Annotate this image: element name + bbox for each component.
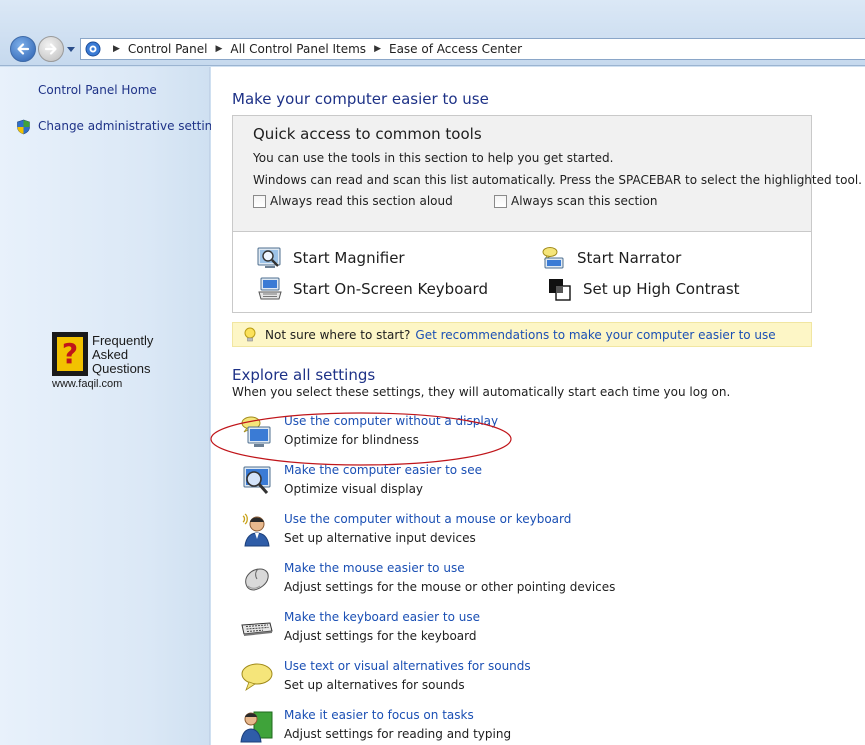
main-content: Make your computer easier to use Quick a… — [210, 67, 865, 745]
breadcrumb-separator[interactable]: ▶ — [374, 44, 381, 54]
monitor-magnifier-icon — [243, 466, 271, 494]
lightbulb-icon — [244, 327, 256, 341]
address-bar[interactable]: ▶ Control Panel ▶ All Control Panel Item… — [80, 38, 865, 60]
setting-link[interactable]: Make the mouse easier to use — [284, 561, 465, 575]
left-navigation-pane: Control Panel Home Change administrative… — [0, 67, 226, 745]
mouse-icon — [245, 568, 269, 591]
high-contrast-icon — [549, 279, 571, 301]
faq-logo-text: Frequently Asked Questions — [92, 333, 154, 376]
setting-link[interactable]: Make it easier to focus on tasks — [284, 708, 474, 722]
setting-link[interactable]: Use text or visual alternatives for soun… — [284, 659, 531, 673]
setting-link[interactable]: Make the keyboard easier to use — [284, 610, 480, 624]
setting-item-mouse[interactable]: Make the mouse easier to use Adjust sett… — [240, 561, 660, 601]
quick-access-description: You can use the tools in this section to… — [253, 151, 614, 165]
navigation-bar: ▶ Control Panel ▶ All Control Panel Item… — [0, 0, 865, 66]
checkbox-box[interactable] — [253, 194, 266, 208]
breadcrumb-separator[interactable]: ▶ — [113, 44, 120, 54]
breadcrumb-separator[interactable]: ▶ — [216, 44, 223, 54]
set-up-high-contrast-button[interactable]: Set up High Contrast — [547, 277, 740, 301]
quick-access-header: Quick access to common tools You can use… — [233, 116, 862, 232]
speech-bubble-icon — [241, 663, 273, 692]
faq-logo: ? Frequently Asked Questions www.faqil.c… — [52, 332, 162, 394]
setting-description: Adjust settings for the mouse or other p… — [284, 580, 616, 594]
tool-label[interactable]: Start On-Screen Keyboard — [293, 280, 488, 298]
narrator-icon — [542, 247, 564, 269]
breadcrumb-control-panel[interactable]: Control Panel — [128, 42, 208, 56]
setting-description: Adjust settings for the keyboard — [284, 629, 477, 643]
setting-link[interactable]: Use the computer without a mouse or keyb… — [284, 512, 571, 526]
control-panel-home-link[interactable]: Control Panel Home — [38, 83, 157, 97]
magnifier-icon — [257, 247, 281, 268]
always-scan-section-checkbox[interactable]: Always scan this section — [494, 194, 657, 208]
setting-link[interactable]: Make the computer easier to see — [284, 463, 482, 477]
faq-logo-url: www.faqil.com — [52, 378, 123, 390]
setting-item-keyboard[interactable]: Make the keyboard easier to use Adjust s… — [240, 610, 660, 650]
faq-question-mark-icon: ? — [52, 332, 88, 376]
change-admin-settings-link[interactable]: Change administrative settings — [38, 119, 226, 133]
setting-description: Set up alternative input devices — [284, 531, 476, 545]
recommendation-hint-bar: Not sure where to start? Get recommendat… — [232, 322, 812, 347]
focus-person-icon — [240, 711, 273, 743]
setting-item-without-display[interactable]: Use the computer without a display Optim… — [240, 414, 660, 454]
quick-access-panel: Quick access to common tools You can use… — [232, 115, 862, 313]
quick-access-title: Quick access to common tools — [253, 125, 482, 143]
always-read-aloud-checkbox[interactable]: Always read this section aloud — [253, 194, 453, 208]
monitor-speaker-icon — [241, 416, 271, 447]
setting-description: Set up alternatives for sounds — [284, 678, 465, 692]
setting-description: Adjust settings for reading and typing — [284, 727, 512, 741]
setting-description: Optimize visual display — [284, 482, 424, 496]
recent-pages-chevron-down-icon[interactable] — [66, 44, 76, 54]
explore-description: When you select these settings, they wil… — [232, 385, 731, 399]
uac-shield-icon — [17, 119, 30, 135]
tool-label[interactable]: Start Magnifier — [293, 249, 405, 267]
get-recommendations-link[interactable]: Get recommendations to make your compute… — [415, 328, 775, 342]
on-screen-keyboard-icon — [258, 277, 282, 300]
start-on-screen-keyboard-button[interactable]: Start On-Screen Keyboard — [257, 277, 488, 301]
breadcrumb-all-items[interactable]: All Control Panel Items — [230, 42, 366, 56]
setting-item-sound-alternatives[interactable]: Use text or visual alternatives for soun… — [240, 659, 660, 699]
hint-text: Not sure where to start? — [265, 327, 411, 342]
checkbox-box[interactable] — [494, 194, 507, 208]
checkbox-label[interactable]: Always scan this section — [511, 194, 657, 208]
setting-description: Optimize for blindness — [284, 433, 419, 447]
setting-item-focus-on-tasks[interactable]: Make it easier to focus on tasks Adjust … — [240, 708, 660, 745]
setting-link[interactable]: Use the computer without a display — [284, 414, 498, 428]
setting-item-without-mouse-keyboard[interactable]: Use the computer without a mouse or keyb… — [240, 512, 660, 552]
start-narrator-button[interactable]: Start Narrator — [541, 246, 681, 270]
tool-label[interactable]: Start Narrator — [577, 249, 681, 267]
quick-access-scan-description: Windows can read and scan this list auto… — [253, 173, 862, 187]
forward-arrow-icon — [44, 43, 57, 55]
back-arrow-icon — [17, 43, 30, 55]
control-panel-icon — [85, 41, 101, 57]
tool-label[interactable]: Set up High Contrast — [583, 280, 740, 298]
page-title: Make your computer easier to use — [232, 90, 489, 108]
setting-item-easier-to-see[interactable]: Make the computer easier to see Optimize… — [240, 463, 660, 503]
keyboard-icon — [241, 622, 273, 636]
breadcrumb-ease-of-access[interactable]: Ease of Access Center — [389, 42, 522, 56]
back-button[interactable] — [10, 36, 36, 62]
explore-all-settings-heading: Explore all settings — [232, 366, 376, 384]
forward-button[interactable] — [38, 36, 64, 62]
speaking-person-icon — [242, 513, 270, 547]
start-magnifier-button[interactable]: Start Magnifier — [257, 246, 405, 270]
checkbox-label[interactable]: Always read this section aloud — [270, 194, 453, 208]
